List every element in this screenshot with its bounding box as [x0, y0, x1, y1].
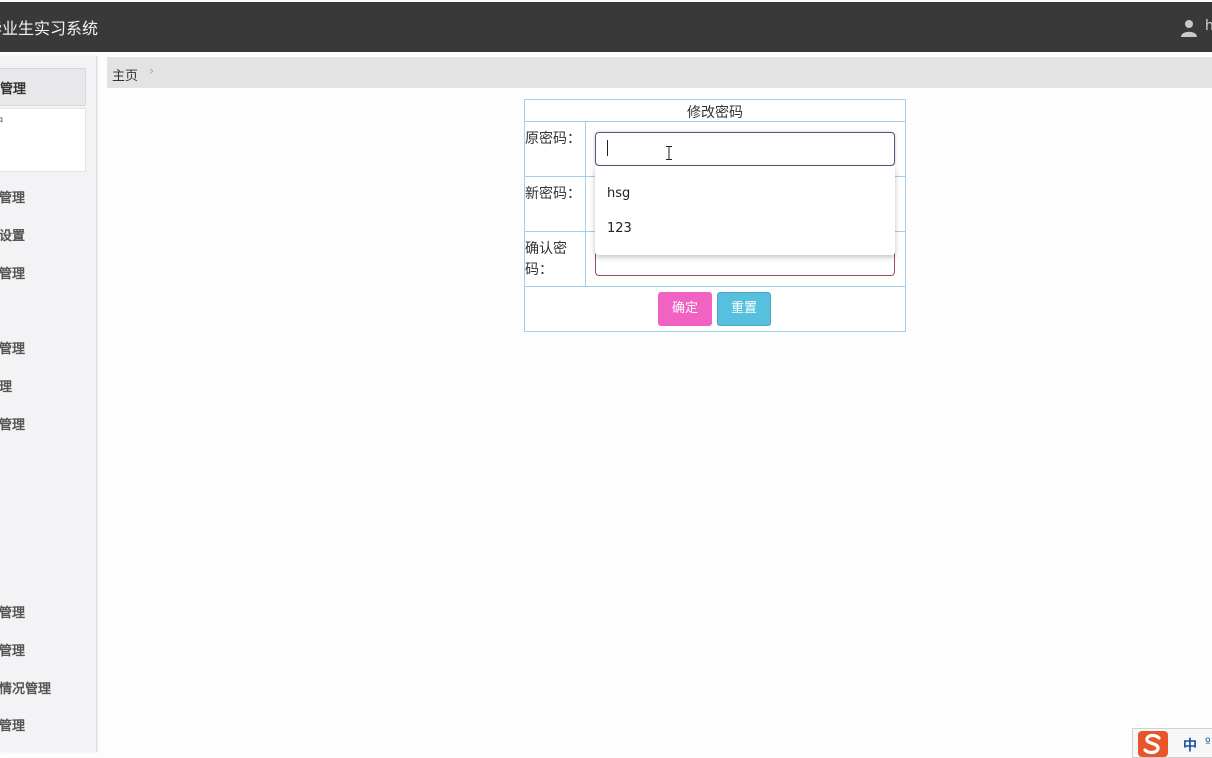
- sidebar-item[interactable]: 管理: [0, 414, 25, 433]
- sidebar-submenu: 户: [0, 108, 86, 172]
- app-title: 毕业生实习系统: [0, 19, 99, 38]
- sidebar-item[interactable]: 管理: [0, 263, 25, 282]
- sidebar-item[interactable]: 管理: [0, 187, 25, 206]
- ime-punctuation[interactable]: º: [1205, 735, 1211, 749]
- sidebar-item[interactable]: 情况管理: [0, 678, 51, 697]
- sidebar-subitem[interactable]: 户: [0, 113, 4, 129]
- sidebar-item[interactable]: 管理: [0, 640, 25, 659]
- user-menu[interactable]: h: [1180, 16, 1212, 40]
- sidebar-item[interactable]: 理: [0, 376, 12, 395]
- sogou-logo-icon[interactable]: [1137, 730, 1169, 758]
- sidebar-item[interactable]: 管理: [0, 715, 25, 734]
- sidebar-item-label: 管理: [0, 82, 27, 97]
- top-navbar: 毕业生实习系统 h: [0, 2, 1212, 52]
- sidebar-item-active[interactable]: 管理: [0, 68, 86, 106]
- confirm-password-label: 确认密码：: [525, 241, 567, 278]
- old-password-label: 原密码：: [525, 131, 581, 147]
- breadcrumb-home[interactable]: 主页: [112, 65, 138, 84]
- old-password-focus-overlay: [595, 132, 895, 166]
- sidebar-item[interactable]: 管理: [0, 338, 25, 357]
- reset-button[interactable]: 重置: [717, 292, 771, 326]
- chevron-right-icon: ›: [149, 64, 155, 79]
- sidebar-item[interactable]: 管理: [0, 602, 25, 621]
- sidebar-item[interactable]: 设置: [0, 225, 25, 244]
- table-divider: [525, 121, 905, 122]
- table-column-divider: [585, 121, 586, 286]
- user-icon: [1181, 20, 1197, 37]
- text-cursor-icon: [666, 146, 672, 160]
- submit-button[interactable]: 确定: [658, 292, 712, 326]
- sidebar: 管理 户 管理 设置 管理 管理 理 管理 管理 管理 情况管理 管理: [0, 56, 97, 752]
- text-caret: [607, 140, 608, 156]
- new-password-label: 新密码：: [525, 186, 581, 202]
- ime-mode[interactable]: 中: [1183, 735, 1197, 755]
- form-title: 修改密码: [687, 105, 743, 121]
- autocomplete-dropdown: hsg 123: [595, 166, 895, 255]
- autocomplete-option[interactable]: hsg: [607, 186, 630, 201]
- table-divider: [525, 286, 905, 287]
- user-name[interactable]: h: [1205, 18, 1212, 34]
- breadcrumb: 主页 ›: [107, 57, 1212, 88]
- ime-toolbar[interactable]: 中 º: [1132, 728, 1212, 758]
- autocomplete-option[interactable]: 123: [607, 221, 632, 236]
